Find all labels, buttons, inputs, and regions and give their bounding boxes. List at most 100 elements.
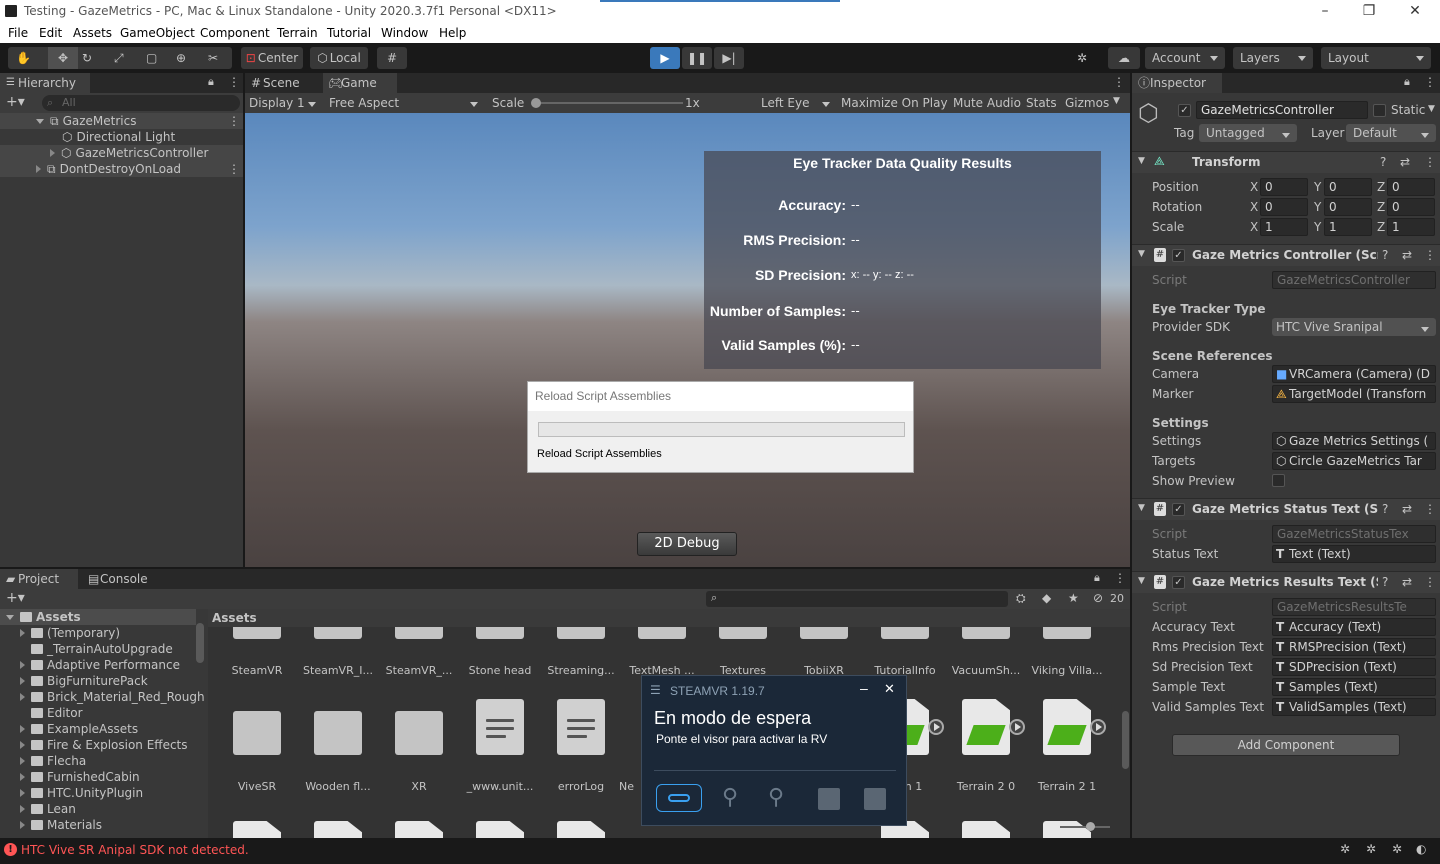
- asset-item[interactable]: Stone head: [460, 664, 540, 677]
- menu-tutorial[interactable]: Tutorial: [327, 26, 371, 40]
- tab-game[interactable]: 🎮︎ Game: [323, 73, 397, 93]
- position-y-field[interactable]: 0: [1324, 178, 1372, 196]
- status-text-component-header[interactable]: ▼ # ✓ Gaze Metrics Status Text (Scrip ? …: [1132, 498, 1440, 520]
- tree-item[interactable]: _TerrainAutoUpgrade: [0, 641, 173, 657]
- scale-tool-icon[interactable]: ⤢: [114, 47, 124, 69]
- asset-item[interactable]: Ne: [619, 780, 639, 793]
- mute-audio-toggle[interactable]: Mute Audio: [953, 96, 1021, 110]
- status-text-object-field[interactable]: T Text (Text): [1272, 545, 1436, 563]
- more-icon[interactable]: ⋮: [1424, 248, 1436, 262]
- controller-component-header[interactable]: ▼ # ✓ Gaze Metrics Controller (Script ? …: [1132, 244, 1440, 266]
- layer-dropdown[interactable]: Default: [1346, 124, 1436, 142]
- debug-icon[interactable]: ✲: [1340, 842, 1350, 856]
- headset-status-icon[interactable]: [656, 784, 702, 812]
- targets-object-field[interactable]: ⬡ Circle GazeMetrics Tar: [1272, 452, 1436, 470]
- sd-precision-text-field[interactable]: T SDPrecision (Text): [1272, 658, 1436, 676]
- add-component-button[interactable]: Add Component: [1172, 734, 1400, 756]
- sample-text-field[interactable]: T Samples (Text): [1272, 678, 1436, 696]
- transform-tool-icon[interactable]: ⊕: [176, 47, 186, 69]
- base-station-2-icon[interactable]: [864, 788, 886, 810]
- help-icon[interactable]: ?: [1382, 248, 1388, 262]
- tree-scrollbar[interactable]: [196, 623, 204, 663]
- position-x-field[interactable]: 0: [1260, 178, 1308, 196]
- filter-type-icon[interactable]: ⛭: [1016, 591, 1026, 606]
- menu-assets[interactable]: Assets: [73, 26, 112, 40]
- component-enabled-checkbox[interactable]: ✓: [1172, 249, 1185, 262]
- more-icon[interactable]: ⋮: [1424, 502, 1436, 516]
- terrain-icon[interactable]: [233, 821, 281, 838]
- menu-help[interactable]: Help: [439, 26, 466, 40]
- hand-tool-icon[interactable]: ✋: [16, 47, 31, 69]
- more-icon[interactable]: ⋮: [228, 113, 240, 129]
- tag-dropdown[interactable]: Untagged: [1199, 124, 1297, 142]
- tree-item[interactable]: BigFurniturePack: [0, 673, 148, 689]
- terrain-icon[interactable]: [314, 821, 362, 838]
- camera-object-field[interactable]: ■ VRCamera (Camera) (D: [1272, 365, 1436, 383]
- more-icon[interactable]: ⋮: [228, 75, 240, 89]
- static-checkbox[interactable]: [1373, 104, 1386, 117]
- maximize-on-play-toggle[interactable]: Maximize On Play: [841, 96, 948, 110]
- menu-file[interactable]: File: [8, 26, 28, 40]
- active-checkbox[interactable]: ✓: [1178, 104, 1191, 117]
- asset-item[interactable]: SteamVR_I...: [298, 664, 378, 677]
- provider-sdk-dropdown[interactable]: HTC Vive Sranipal: [1272, 318, 1436, 336]
- progress-icon[interactable]: ✲: [1392, 842, 1402, 856]
- menu-window[interactable]: Window: [381, 26, 428, 40]
- scale-y-field[interactable]: 1: [1324, 218, 1372, 236]
- tree-item[interactable]: Adaptive Performance: [0, 657, 180, 673]
- preset-icon[interactable]: ⇄: [1402, 502, 1412, 516]
- pivot-center-button[interactable]: ⊡ Center: [241, 47, 303, 69]
- menu-edit[interactable]: Edit: [39, 26, 62, 40]
- close-icon[interactable]: ✕: [884, 681, 895, 697]
- asset-item[interactable]: SteamVR_...: [379, 664, 459, 677]
- favorite-icon[interactable]: ★: [1068, 591, 1079, 605]
- show-preview-checkbox[interactable]: [1272, 474, 1285, 487]
- asset-item[interactable]: VacuumSh...: [946, 664, 1026, 677]
- tree-item[interactable]: Brick_Material_Red_Rough: [0, 689, 205, 705]
- preset-icon[interactable]: ⇄: [1400, 155, 1410, 169]
- menu-terrain[interactable]: Terrain: [277, 26, 318, 40]
- breadcrumb[interactable]: Assets: [208, 609, 1130, 627]
- terrain-icon[interactable]: [476, 821, 524, 838]
- icon-size-slider-handle[interactable]: [1086, 822, 1095, 831]
- asset-item[interactable]: Terrain 2 0: [946, 780, 1026, 793]
- minimize-icon[interactable]: –: [1302, 2, 1348, 20]
- status-message[interactable]: HTC Vive SR Anipal SDK not detected.: [21, 843, 249, 857]
- display-dropdown[interactable]: Display 1: [245, 93, 323, 113]
- hierarchy-search-input[interactable]: ⌕ All: [42, 95, 240, 111]
- tab-console[interactable]: ▤ Console: [82, 569, 162, 589]
- stats-toggle[interactable]: Stats: [1026, 96, 1057, 110]
- asset-item[interactable]: Terrain 2 1: [1027, 780, 1107, 793]
- hierarchy-item-directional-light[interactable]: ⬡ Directional Light: [0, 129, 175, 145]
- rotation-z-field[interactable]: 0: [1387, 198, 1435, 216]
- eye-dropdown[interactable]: Left Eye: [757, 93, 837, 113]
- move-tool-icon[interactable]: ✥: [48, 47, 78, 69]
- more-icon[interactable]: ⋮: [1424, 575, 1436, 589]
- tree-item[interactable]: Materials: [0, 817, 102, 833]
- component-enabled-checkbox[interactable]: ✓: [1172, 503, 1185, 516]
- scale-x-field[interactable]: 1: [1260, 218, 1308, 236]
- menu-gameobject[interactable]: GameObject: [120, 26, 195, 40]
- help-icon[interactable]: ?: [1380, 155, 1386, 169]
- position-z-field[interactable]: 0: [1387, 178, 1435, 196]
- static-dropdown-icon[interactable]: ▼: [1428, 104, 1435, 114]
- tab-hierarchy[interactable]: ☰ Hierarchy: [0, 73, 90, 93]
- hierarchy-item-gazemetrics[interactable]: ⧉ GazeMetrics ⋮: [0, 113, 243, 129]
- play-button[interactable]: ▶: [650, 47, 680, 69]
- play-preview-icon[interactable]: [1009, 719, 1025, 735]
- more-icon[interactable]: ⋮: [1424, 155, 1436, 169]
- hierarchy-item-dontdestroyonload[interactable]: ⧉ DontDestroyOnLoad ⋮: [0, 161, 243, 177]
- aspect-dropdown[interactable]: Free Aspect: [325, 93, 485, 113]
- minimize-icon[interactable]: –: [860, 680, 868, 696]
- more-icon[interactable]: ⋮: [228, 161, 240, 177]
- play-preview-icon[interactable]: [1090, 719, 1106, 735]
- accuracy-text-field[interactable]: T Accuracy (Text): [1272, 618, 1436, 636]
- tree-item[interactable]: Fire & Explosion Effects: [0, 737, 188, 753]
- asset-item[interactable]: Viking Villa...: [1027, 664, 1107, 677]
- results-text-component-header[interactable]: ▼ # ✓ Gaze Metrics Results Text (Scr ? ⇄…: [1132, 571, 1440, 593]
- settings-object-field[interactable]: ⬡ Gaze Metrics Settings (: [1272, 432, 1436, 450]
- icon-size-slider[interactable]: [1060, 822, 1110, 831]
- pivot-local-button[interactable]: ⬡ Local: [310, 47, 368, 69]
- transform-header[interactable]: ▼ ⟁ Transform ? ⇄ ⋮: [1132, 151, 1440, 173]
- rect-tool-icon[interactable]: ▢: [146, 47, 157, 69]
